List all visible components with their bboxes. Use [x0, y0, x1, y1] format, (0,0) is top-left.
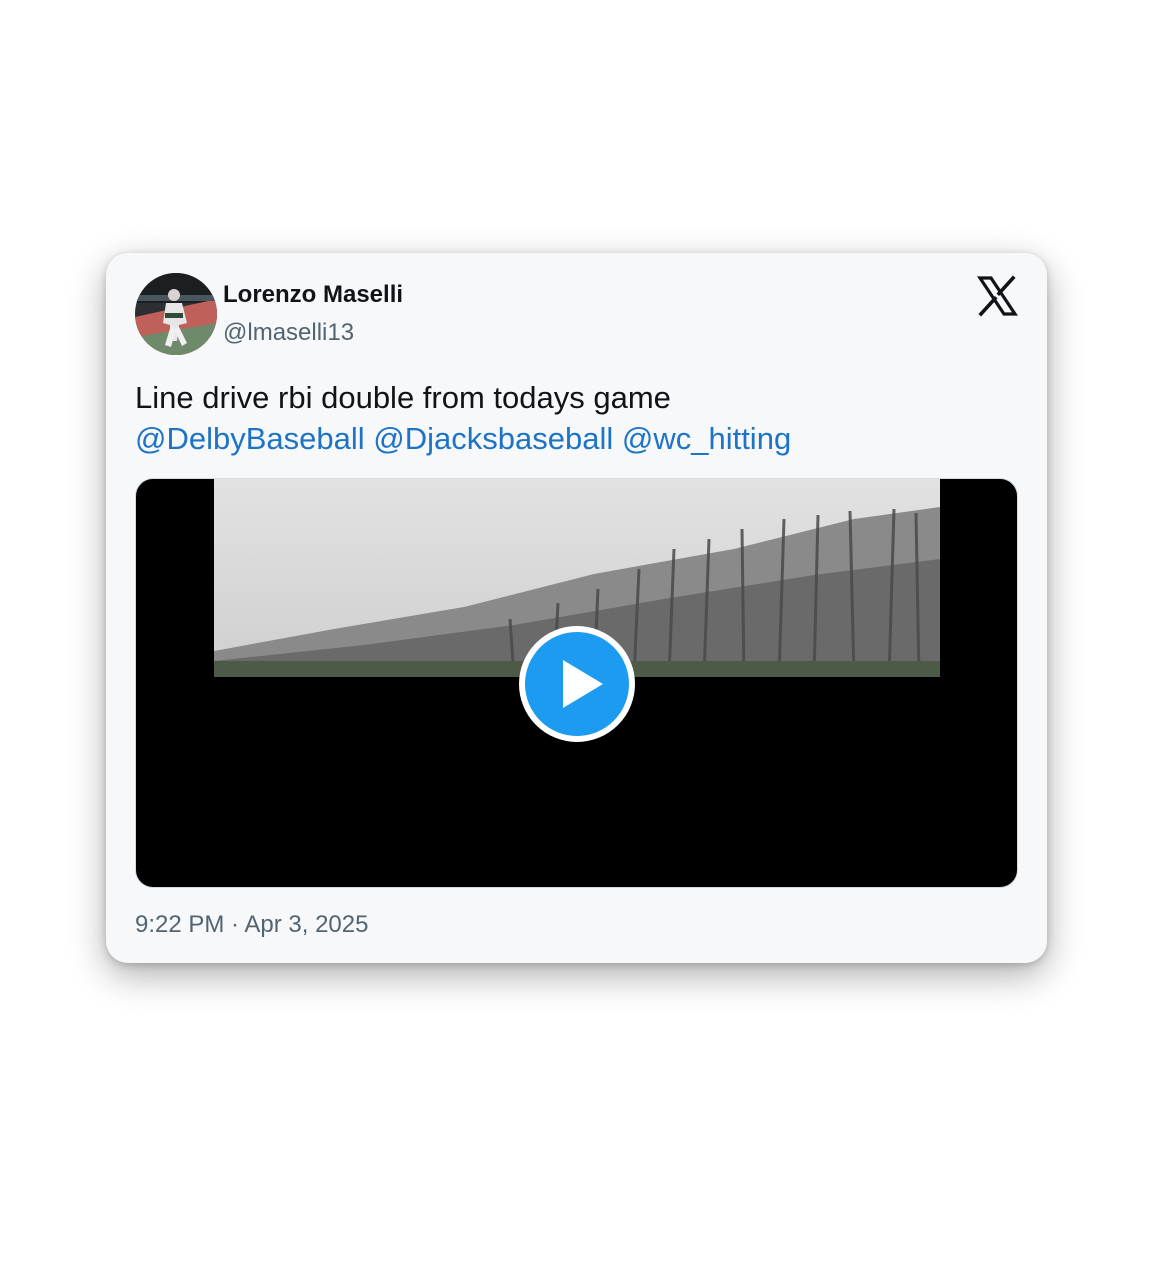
mention-link[interactable]: @wc_hitting — [622, 421, 791, 456]
x-logo-icon[interactable] — [976, 275, 1018, 317]
tweet-card[interactable]: Lorenzo Maselli @lmaselli13 Line drive r… — [106, 253, 1047, 963]
tweet-text: Line drive rbi double from todays game @… — [135, 377, 1015, 459]
video-player[interactable] — [135, 478, 1018, 888]
play-button[interactable] — [519, 626, 635, 742]
tweet-timestamp[interactable]: 9:22 PM · Apr 3, 2025 — [135, 911, 368, 939]
author-handle[interactable]: @lmaselli13 — [223, 319, 354, 347]
avatar-image — [135, 273, 217, 355]
author-display-name[interactable]: Lorenzo Maselli — [223, 281, 403, 309]
tweet-body: Line drive rbi double from todays game — [135, 380, 671, 415]
avatar[interactable] — [135, 273, 217, 355]
play-icon — [563, 660, 603, 708]
mention-link[interactable]: @DelbyBaseball — [135, 421, 365, 456]
mention-link[interactable]: @Djacksbaseball — [373, 421, 613, 456]
